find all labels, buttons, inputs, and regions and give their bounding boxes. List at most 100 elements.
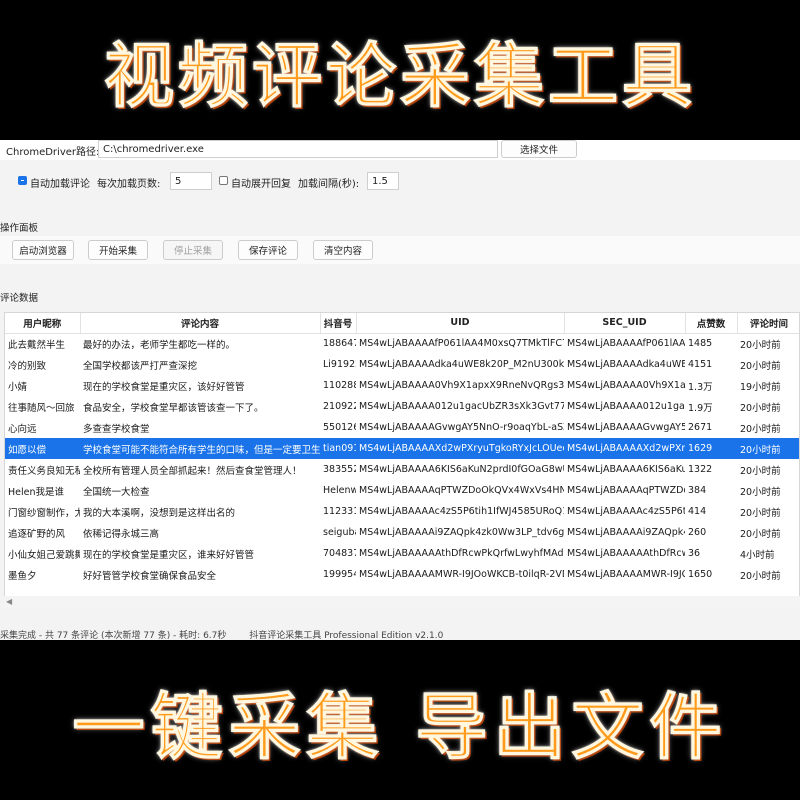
cell-douyin-id: 383552 <box>323 464 356 475</box>
per-page-input[interactable]: 5 <box>170 172 212 190</box>
start-collect-button[interactable]: 开始采集 <box>88 240 148 260</box>
cell-content: 全国学校都该严打严查深挖 <box>83 360 198 372</box>
scroll-left-arrow-icon[interactable]: ◀ <box>6 597 12 606</box>
app-window: ChromeDriver路径: C:\chromedriver.exe 选择文件… <box>0 140 800 641</box>
cell-time: 20小时前 <box>740 528 781 540</box>
cell-content: 依稀记得永城三高 <box>83 528 160 540</box>
cell-likes: 4151 <box>688 359 713 370</box>
cell-nickname: 门窗纱窗制作，尤 <box>8 507 80 519</box>
cell-douyin-id: Li91922 <box>323 359 356 370</box>
cell-sec-uid: MS4wLjABAAAAXd2wPXry <box>564 438 685 459</box>
cell-nickname: 冷的别致 <box>8 360 47 372</box>
cell-uid: MS4wLjABAAAAc4zS5P6tih1IfWJ4585URoQ1r <box>359 506 564 517</box>
cell-sec-uid: MS4wLjABAAAAc4zS5P6til <box>567 506 685 517</box>
cell-nickname: 此去戴然半生 <box>8 339 66 351</box>
cell-uid: MS4wLjABAAAA0Vh9X1apxX9RneNvQRgs3gG <box>359 380 564 391</box>
horizontal-scrollbar[interactable]: ◀ <box>4 596 800 608</box>
cell-content: 全校所有管理人员全部抓起来！然后查食堂管理人！ <box>83 465 302 477</box>
cell-time: 20小时前 <box>740 465 781 477</box>
column-header-time[interactable]: 评论时间 <box>737 313 799 334</box>
auto-load-checkbox[interactable] <box>18 176 27 185</box>
table-row[interactable]: 冷的别致全国学校都该严打严查深挖Li91922MS4wLjABAAAAdka4u… <box>5 354 799 375</box>
cell-nickname: 小婧 <box>8 381 28 393</box>
cell-likes: 2671 <box>688 422 713 433</box>
table-row[interactable]: 责任义务良知无私 全校所有管理人员全部抓起来！然后查食堂管理人！ 383552 MS4… <box>5 459 799 480</box>
cell-likes: 1.9万 <box>688 402 713 414</box>
table-row[interactable]: 门窗纱窗制作，尤 我的大本溪啊，没想到是这样出名的 112331 MS4wLjABAA… <box>5 501 799 522</box>
promo-banner-top: 视频评论采集工具 <box>0 0 800 140</box>
driver-path-input[interactable]: C:\chromedriver.exe <box>98 140 498 158</box>
cell-douyin-id: 112331 <box>323 506 356 517</box>
cell-nickname: 小仙女姐己爱跳舞 <box>8 549 80 561</box>
cell-content: 现在的学校食堂是重灾区，该好好管管 <box>83 381 245 393</box>
column-header-sec-uid[interactable]: SEC_UID <box>564 313 686 334</box>
cell-uid: MS4wLjABAAAAMWR-I9JOoWKCB-t0ilqR-2VD <box>359 569 564 580</box>
interval-label: 加载间隔(秒): <box>298 179 360 190</box>
table-row[interactable]: 小婧 现在的学校食堂是重灾区，该好好管管 110288 MS4wLjABAAAA0Vh… <box>5 375 799 396</box>
stop-collect-button[interactable]: 停止采集 <box>163 240 223 260</box>
table-row[interactable]: 追逐矿野的风依稀记得永城三高seigubaMS4wLjABAAAAi9ZAQpk… <box>5 522 799 543</box>
table-row[interactable]: 如愿以偿 学校食堂可能不能符合所有学生的口味，但是一定要卫生！ tian091 MS4… <box>5 438 799 459</box>
browse-file-button[interactable]: 选择文件 <box>501 140 577 158</box>
column-header-douyin-id[interactable]: 抖音号 <box>320 313 357 334</box>
cell-content: 全国统一大检查 <box>83 486 150 498</box>
cell-nickname: 往事随风～回旅 <box>8 402 75 414</box>
column-header-nickname[interactable]: 用户昵称 <box>5 313 81 334</box>
auto-load-label: 自动加载评论 <box>30 179 90 190</box>
cell-douyin-id: 550126 <box>323 422 356 433</box>
table-row[interactable]: 小仙女姐己爱跳舞 现在的学校食堂是重灾区，谁来好好管管 704837 MS4wLjAB… <box>5 543 799 564</box>
cell-sec-uid: MS4wLjABAAAAdka4uWE8 <box>567 359 685 370</box>
cell-uid: MS4wLjABAAAAdka4uWE8k20P_M2nU300k4h <box>359 359 564 370</box>
cell-uid: MS4wLjABAAAAGvwgAY5NnO-r9oaqYbL-aSZ <box>359 422 564 433</box>
cell-uid: MS4wLjABAAAAfP061lAA4M0xsQ7TMkTlFC7a <box>359 338 564 350</box>
cell-douyin-id: 210922 <box>323 401 356 412</box>
auto-expand-checkbox[interactable] <box>219 176 228 185</box>
column-header-content[interactable]: 评论内容 <box>80 313 321 334</box>
column-header-likes[interactable]: 点赞数 <box>685 313 738 334</box>
cell-time: 4小时前 <box>740 549 775 561</box>
table-row[interactable]: 心向远 多查查学校食堂 550126 MS4wLjABAAAAGvwgAY5NnO-r… <box>5 417 799 438</box>
control-panel-title: 操作面板 <box>0 223 39 234</box>
column-header-uid[interactable]: UID <box>356 313 565 334</box>
table-row[interactable]: 往事随风～回旅 食品安全，学校食堂早都该管该查一下了。 210922 MS4wLjAB… <box>5 396 799 417</box>
table-row[interactable]: 墨鱼夕 好好管管学校食堂确保食品安全 199954 MS4wLjABAAAAMWR-I… <box>5 564 799 585</box>
cell-uid: MS4wLjABAAAAXd2wPXryuTgkoRYxJcLOUecK <box>356 438 564 459</box>
cell-content: 多查查学校食堂 <box>83 423 150 435</box>
cell-douyin-id: tian091 <box>320 438 356 459</box>
clear-content-button[interactable]: 清空内容 <box>313 240 373 260</box>
auto-expand-label: 自动展开回复 <box>231 179 291 190</box>
cell-sec-uid: MS4wLjABAAAAAthDfRcwPl <box>567 548 685 559</box>
cell-uid: MS4wLjABAAAA6KIS6aKuN2prdI0fGOaG8wUN <box>359 464 564 475</box>
cell-time: 19小时前 <box>740 381 781 393</box>
cell-uid: MS4wLjABAAAA012u1gacUbZR3sXk3Gvt77vC <box>359 401 564 412</box>
cell-likes: 1485 <box>688 338 713 350</box>
table-row[interactable]: Helen我是谁 全国统一大检查 Helenw MS4wLjABAAAAqPTWZDo… <box>5 480 799 501</box>
comments-table[interactable]: 用户昵称 评论内容 抖音号 UID SEC_UID 点赞数 评论时间 此去戴然半… <box>4 312 800 608</box>
cell-time: 20小时前 <box>740 486 781 498</box>
cell-douyin-id: 110288 <box>323 380 356 391</box>
cell-sec-uid: MS4wLjABAAAAi9ZAQpk4 <box>567 527 685 538</box>
cell-sec-uid: MS4wLjABAAAA6KIS6aKuI <box>567 464 685 475</box>
save-comments-button[interactable]: 保存评论 <box>238 240 298 260</box>
driver-path-label: ChromeDriver路径: <box>6 147 100 158</box>
cell-uid: MS4wLjABAAAAqPTWZDoOkQVx4WxVs4HNh <box>359 485 564 496</box>
cell-douyin-id: 199954 <box>323 569 356 580</box>
cell-content: 好好管管学校食堂确保食品安全 <box>83 570 217 582</box>
interval-input[interactable]: 1.5 <box>367 172 399 190</box>
cell-time: 20小时前 <box>740 507 781 519</box>
cell-uid: MS4wLjABAAAAAthDfRcwPkQrfwLwyhfMAdez9 <box>359 548 564 559</box>
cell-nickname: 追逐矿野的风 <box>8 528 66 540</box>
cell-nickname: 墨鱼夕 <box>8 570 37 582</box>
table-header-row: 用户昵称 评论内容 抖音号 UID SEC_UID 点赞数 评论时间 <box>5 313 799 334</box>
cell-nickname: 责任义务良知无私 <box>8 465 80 477</box>
cell-likes: 36 <box>688 548 701 559</box>
cell-likes: 260 <box>688 527 707 538</box>
cell-sec-uid: MS4wLjABAAAAGvwgAY5I <box>567 422 685 433</box>
table-row[interactable]: 此去戴然半生 最好的办法，老师学生都吃一样的。 188647 MS4wLjABAAAA… <box>5 333 799 354</box>
start-browser-button[interactable]: 启动浏览器 <box>12 240 74 260</box>
cell-sec-uid: MS4wLjABAAAA012u1gac <box>567 401 685 412</box>
cell-likes: 1.3万 <box>688 381 713 393</box>
cell-time: 20小时前 <box>740 339 781 351</box>
control-panel: 启动浏览器 开始采集 停止采集 保存评论 清空内容 <box>0 236 800 264</box>
cell-douyin-id: 188647 <box>323 338 356 350</box>
